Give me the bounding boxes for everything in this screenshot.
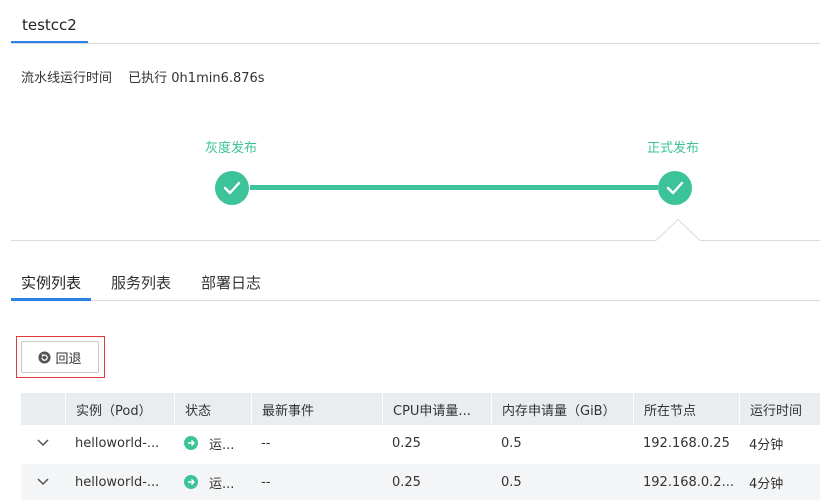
- latest-event: --: [261, 474, 271, 490]
- uptime: 4分钟: [749, 476, 784, 492]
- pipeline-runtime: 流水线运行时间 已执行 0h1min6.876s: [21, 67, 265, 86]
- rollback-label: 回退: [55, 351, 82, 367]
- table-row[interactable]: helloworld-... 运... -- 0.25 0.5 192.168.…: [21, 425, 820, 461]
- status-text: 运...: [209, 437, 235, 453]
- chevron-down-icon: [37, 478, 49, 486]
- header-cpu: CPU申请量...: [382, 393, 491, 425]
- selected-stage-pointer: [656, 219, 700, 241]
- expand-toggle[interactable]: [21, 464, 65, 500]
- stage-label-official-release: 正式发布: [647, 141, 700, 156]
- tab-instance-list[interactable]: 实例列表: [11, 260, 92, 301]
- stage-gray-release[interactable]: [215, 171, 249, 205]
- node-ip: 192.168.0.2...: [643, 474, 734, 490]
- header-uptime: 运行时间: [739, 393, 814, 425]
- header-expand: [21, 393, 65, 425]
- runtime-value: 已执行 0h1min6.876s: [128, 71, 265, 86]
- status-text: 运...: [209, 476, 235, 492]
- tab-deploy-log[interactable]: 部署日志: [191, 260, 271, 301]
- memory-request: 0.5: [501, 435, 522, 451]
- header-latest-event: 最新事件: [251, 393, 382, 425]
- cpu-request: 0.25: [392, 474, 421, 490]
- rollback-button[interactable]: 回退: [21, 341, 99, 373]
- tab-service-list[interactable]: 服务列表: [101, 260, 181, 301]
- header-divider: [11, 43, 820, 44]
- instance-name[interactable]: helloworld-...: [65, 425, 174, 461]
- running-status-icon: [184, 475, 198, 489]
- stage-official-release[interactable]: [658, 171, 692, 205]
- detail-tabs: 实例列表 服务列表 部署日志: [11, 260, 820, 301]
- expand-toggle[interactable]: [21, 425, 65, 461]
- check-icon: [666, 181, 684, 195]
- runtime-label: 流水线运行时间: [21, 71, 113, 86]
- header-status: 状态: [174, 393, 251, 425]
- instance-table: 实例（Pod） 状态 最新事件 CPU申请量... 内存申请量（GiB） 所在节…: [21, 393, 820, 500]
- header-memory: 内存申请量（GiB）: [491, 393, 633, 425]
- chevron-down-icon: [37, 439, 49, 447]
- page-title-tab[interactable]: testcc2: [11, 0, 88, 44]
- instance-name[interactable]: helloworld-...: [65, 464, 174, 500]
- latest-event: --: [261, 435, 271, 451]
- instance-status: 运...: [174, 464, 251, 500]
- header-instance: 实例（Pod）: [65, 393, 174, 425]
- table-header: 实例（Pod） 状态 最新事件 CPU申请量... 内存申请量（GiB） 所在节…: [21, 393, 820, 425]
- rollback-icon: [38, 350, 52, 364]
- instance-status: 运...: [174, 425, 251, 461]
- header-node: 所在节点: [633, 393, 739, 425]
- check-icon: [223, 181, 241, 195]
- uptime: 4分钟: [749, 437, 784, 453]
- table-row[interactable]: helloworld-... 运... -- 0.25 0.5 192.168.…: [21, 464, 820, 500]
- memory-request: 0.5: [501, 474, 522, 490]
- stage-label-gray-release: 灰度发布: [205, 141, 258, 156]
- cpu-request: 0.25: [392, 435, 421, 451]
- pipeline-connector: [250, 185, 658, 190]
- node-ip: 192.168.0.25: [643, 435, 730, 451]
- running-status-icon: [184, 436, 198, 450]
